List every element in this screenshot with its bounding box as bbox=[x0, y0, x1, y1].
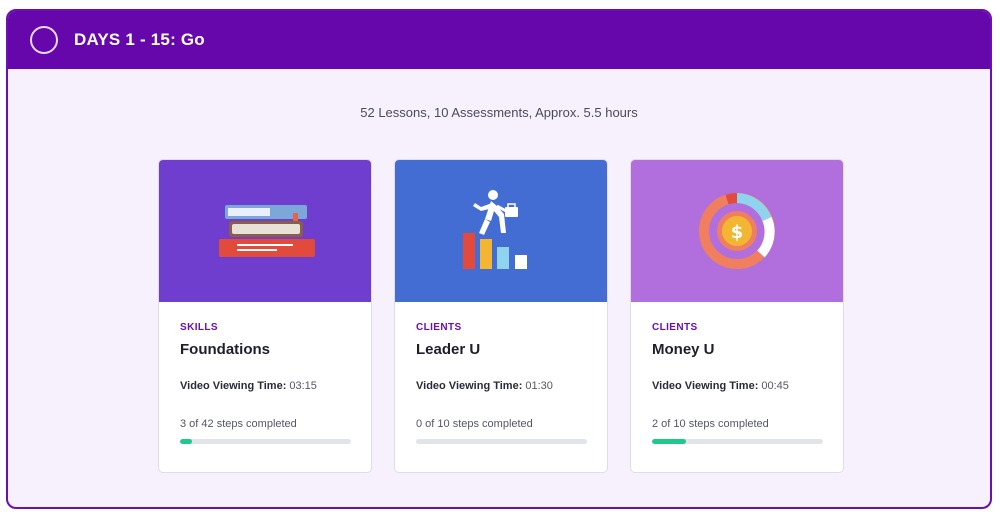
card-hero: $ bbox=[631, 160, 843, 302]
viewing-time-value: 00:45 bbox=[761, 380, 789, 392]
video-viewing-time: Video Viewing Time: 03:15 bbox=[180, 380, 350, 392]
video-viewing-time: Video Viewing Time: 01:30 bbox=[416, 380, 586, 392]
svg-text:$: $ bbox=[731, 222, 744, 243]
card-hero bbox=[395, 160, 607, 302]
module-summary: 52 Lessons, 10 Assessments, Approx. 5.5 … bbox=[360, 105, 638, 120]
completion-circle-icon[interactable] bbox=[30, 26, 58, 54]
card-title[interactable]: Money U bbox=[652, 341, 822, 358]
viewing-time-label: Video Viewing Time: bbox=[416, 380, 523, 392]
progress-fill bbox=[180, 439, 193, 444]
course-card-money-u[interactable]: $ CLIENTS Money U Video Viewing Time: 00:… bbox=[630, 159, 844, 473]
card-title[interactable]: Leader U bbox=[416, 341, 586, 358]
climbing-stairs-icon bbox=[463, 190, 527, 269]
module-container: DAYS 1 - 15: Go 52 Lessons, 10 Assessmen… bbox=[6, 9, 992, 509]
card-category: SKILLS bbox=[180, 322, 218, 333]
money-donut-icon: $ bbox=[699, 193, 775, 269]
video-viewing-time: Video Viewing Time: 00:45 bbox=[652, 380, 822, 392]
progress-fill bbox=[652, 439, 687, 444]
module-title: DAYS 1 - 15: Go bbox=[74, 30, 205, 49]
course-card-leader-u[interactable]: CLIENTS Leader U Video Viewing Time: 01:3… bbox=[394, 159, 608, 473]
card-hero bbox=[159, 160, 371, 302]
progress-bar bbox=[180, 439, 351, 444]
steps-completed: 0 of 10 steps completed bbox=[416, 418, 533, 430]
module-header[interactable]: DAYS 1 - 15: Go bbox=[8, 11, 990, 69]
steps-completed: 2 of 10 steps completed bbox=[652, 418, 769, 430]
course-card-foundations[interactable]: SKILLS Foundations Video Viewing Time: 03… bbox=[158, 159, 372, 473]
steps-completed: 3 of 42 steps completed bbox=[180, 418, 297, 430]
card-category: CLIENTS bbox=[416, 322, 462, 333]
viewing-time-value: 01:30 bbox=[525, 380, 553, 392]
viewing-time-label: Video Viewing Time: bbox=[180, 380, 287, 392]
card-category: CLIENTS bbox=[652, 322, 698, 333]
viewing-time-label: Video Viewing Time: bbox=[652, 380, 759, 392]
progress-bar bbox=[416, 439, 587, 444]
viewing-time-value: 03:15 bbox=[289, 380, 317, 392]
course-cards: SKILLS Foundations Video Viewing Time: 03… bbox=[158, 159, 844, 473]
card-title[interactable]: Foundations bbox=[180, 341, 350, 358]
books-icon bbox=[219, 205, 315, 257]
progress-bar bbox=[652, 439, 823, 444]
